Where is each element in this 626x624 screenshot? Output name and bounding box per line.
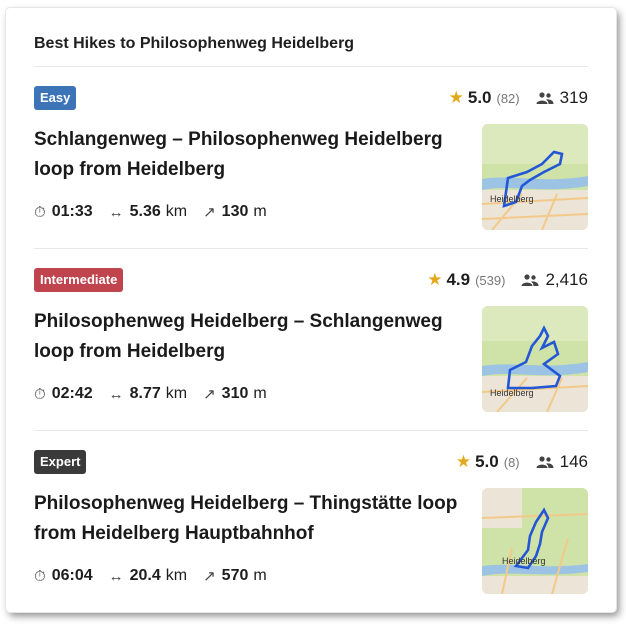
- ascent-value: 570: [221, 567, 249, 584]
- hikers: 319: [536, 88, 588, 108]
- ascent-icon: ↗: [203, 386, 216, 403]
- ascent-icon: ↗: [203, 204, 216, 221]
- hikes-card: Best Hikes to Philosophenweg Heidelberg …: [6, 8, 616, 612]
- distance-unit: km: [165, 203, 188, 220]
- rating-score: 5.0: [467, 88, 492, 107]
- hikers-count: 146: [559, 452, 588, 471]
- distance-value: 20.4: [129, 567, 161, 584]
- ascent-unit: m: [253, 567, 267, 584]
- duration-value: 02:42: [51, 385, 93, 402]
- hike-stats: ⏱ 01:33 ↔ 5.36 km ↗ 130 m: [34, 203, 283, 221]
- route-map-thumbnail[interactable]: Heidelberg: [482, 488, 588, 594]
- map-place-label: Heidelberg: [490, 194, 534, 204]
- route-map-thumbnail[interactable]: Heidelberg: [482, 306, 588, 412]
- hikers: 2,416: [521, 270, 588, 290]
- ascent-value: 130: [221, 203, 249, 220]
- difficulty-badge: Expert: [34, 450, 87, 474]
- hike-stats: ⏱ 02:42 ↔ 8.77 km ↗ 310 m: [34, 385, 283, 403]
- hike-item[interactable]: Easy ★ 5.0 (82) 319 Schlangenweg – Philo…: [34, 67, 588, 249]
- hike-item[interactable]: Intermediate ★ 4.9 (539) 2,416 Philosoph…: [34, 249, 588, 431]
- star-icon: ★: [448, 88, 464, 107]
- distance-icon: ↔: [108, 203, 124, 221]
- star-icon: ★: [455, 452, 472, 471]
- hike-title[interactable]: Philosophenweg Heidelberg – Schlangenweg…: [34, 307, 474, 367]
- ascent-unit: m: [253, 385, 267, 402]
- difficulty-badge: Intermediate: [34, 268, 124, 292]
- map-place-label: Heidelberg: [502, 556, 546, 566]
- rating-row: ★ 5.0 (82) 319: [449, 86, 588, 110]
- difficulty-badge: Easy: [34, 86, 77, 110]
- duration-value: 06:04: [51, 567, 93, 584]
- hikers-count: 319: [559, 88, 588, 107]
- stopwatch-icon: ⏱: [34, 567, 46, 585]
- distance-icon: ↔: [108, 567, 124, 585]
- rating-count: (539): [475, 272, 506, 288]
- star-icon: ★: [427, 270, 443, 289]
- ascent-value: 310: [221, 385, 249, 402]
- rating-score: 4.9: [446, 270, 471, 289]
- stopwatch-icon: ⏱: [34, 203, 46, 221]
- hikers: 146: [536, 452, 588, 472]
- hike-stats: ⏱ 06:04 ↔ 20.4 km ↗ 570 m: [34, 567, 283, 585]
- map-place-label: Heidelberg: [490, 388, 534, 398]
- stopwatch-icon: ⏱: [34, 385, 46, 403]
- people-icon: [536, 92, 554, 104]
- distance-unit: km: [165, 567, 188, 584]
- rating-row: ★ 5.0 (8) 146: [456, 450, 588, 474]
- hikers-count: 2,416: [545, 270, 588, 289]
- distance-unit: km: [165, 385, 188, 402]
- hike-title[interactable]: Philosophenweg Heidelberg – Thingstätte …: [34, 489, 474, 549]
- distance-icon: ↔: [108, 385, 124, 403]
- people-icon: [536, 456, 554, 468]
- ascent-unit: m: [253, 203, 267, 220]
- rating-count: (8): [503, 454, 520, 470]
- ascent-icon: ↗: [203, 568, 216, 585]
- duration-value: 01:33: [51, 203, 93, 220]
- rating-count: (82): [496, 90, 520, 106]
- distance-value: 5.36: [129, 203, 161, 220]
- distance-value: 8.77: [129, 385, 161, 402]
- rating-score: 5.0: [475, 452, 499, 471]
- section-title: Best Hikes to Philosophenweg Heidelberg: [34, 8, 588, 67]
- route-map-thumbnail[interactable]: Heidelberg: [482, 124, 588, 230]
- hike-title[interactable]: Schlangenweg – Philosophenweg Heidelberg…: [34, 125, 474, 185]
- rating-row: ★ 4.9 (539) 2,416: [427, 268, 588, 292]
- people-icon: [521, 274, 539, 286]
- hike-item[interactable]: Expert ★ 5.0 (8) 146 Philosophenweg Heid…: [34, 431, 588, 612]
